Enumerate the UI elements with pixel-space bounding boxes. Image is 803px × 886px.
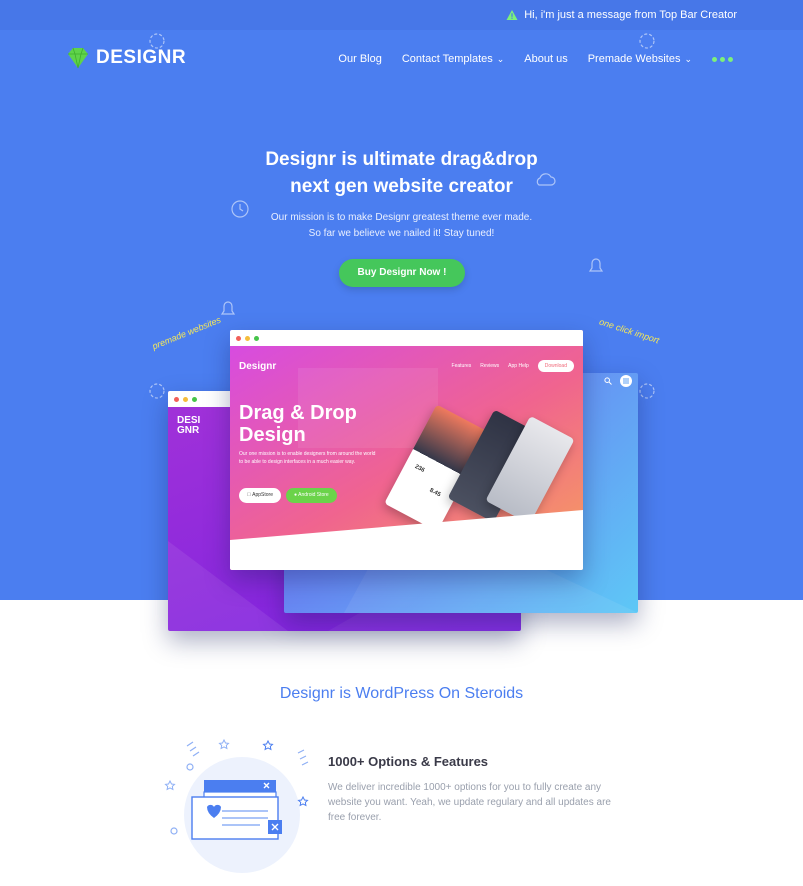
phone-value: 8.45 — [428, 487, 442, 499]
mockup-download-button: Download — [537, 360, 574, 372]
mockup-android-label: Android Store — [298, 492, 329, 498]
menu-icon — [620, 375, 632, 387]
chevron-down-icon: ⌄ — [684, 53, 692, 64]
hero-title-line2: next gen website creator — [290, 176, 513, 197]
buy-now-button[interactable]: Buy Designr Now ! — [339, 259, 465, 287]
mockup-android-button: ● Android Store — [286, 488, 337, 503]
feature-title: 1000+ Options & Features — [328, 754, 489, 769]
badge-icon — [639, 383, 655, 399]
phone-value: 236 — [413, 463, 426, 474]
badge-icon — [639, 33, 655, 49]
main-nav: Our Blog Contact Templates ⌄ About us Pre… — [338, 53, 733, 65]
handwritten-note-right: one click import — [597, 316, 661, 346]
mockup-logo: Designr — [239, 361, 277, 372]
section-title: Designr is WordPress On Steroids — [279, 685, 524, 702]
hero-title-line1: Designr is ultimate drag&drop — [265, 149, 538, 170]
options-illustration — [164, 738, 309, 873]
handwritten-note-left: premade websites — [150, 314, 223, 352]
warning-icon — [506, 10, 518, 20]
hero-subtitle-line1: Our mission is to make Designr greatest … — [270, 212, 533, 223]
mockup-headline-line: Drag & Drop — [239, 402, 357, 424]
mockup-logo: DESI GNR — [177, 416, 200, 436]
nav-item-label: Our Blog — [338, 53, 382, 65]
nav-item-premade-websites[interactable]: Premade Websites ⌄ — [588, 53, 692, 65]
more-menu-icon[interactable] — [712, 56, 733, 62]
decorative-shape — [230, 510, 583, 570]
badge-icon — [149, 383, 165, 399]
mockup-nav-item: Reviews — [480, 363, 500, 369]
site-logo[interactable]: DESIGNR — [66, 47, 186, 69]
window-titlebar — [230, 330, 583, 346]
nav-item-label: Contact Templates — [401, 53, 493, 65]
nav-item-label: Premade Websites — [587, 53, 681, 65]
content-section — [0, 600, 803, 886]
top-bar: Hi, i'm just a message from Top Bar Crea… — [0, 0, 803, 30]
hero-subtitle-line2: So far we believe we nailed it! Stay tun… — [308, 228, 495, 239]
mockup-logo-line: GNR — [177, 425, 200, 436]
mockup-headline: Drag & Drop Design — [239, 402, 357, 446]
mockup-appstore-button:  AppStore — [239, 488, 281, 503]
search-icon — [604, 377, 612, 385]
mockup-window-main: Designr Features Reviews App Help Downlo… — [230, 330, 583, 570]
mockup-nav-item: App Help — [508, 363, 529, 369]
mockup-page: Designr Features Reviews App Help Downlo… — [230, 346, 583, 570]
diamond-icon — [68, 47, 88, 69]
site-logo-text: DESIGNR — [96, 47, 187, 68]
mockup-description: Our one mission is to enable designers f… — [239, 451, 376, 465]
bell-icon — [588, 258, 604, 272]
mockup-nav-item: Features — [451, 363, 472, 369]
top-bar-message: Hi, i'm just a message from Top Bar Crea… — [506, 9, 737, 21]
mockup-appstore-label: AppStore — [247, 492, 273, 498]
chevron-down-icon: ⌄ — [496, 53, 505, 64]
top-bar-text: Hi, i'm just a message from Top Bar Crea… — [524, 9, 737, 21]
bell-icon — [220, 301, 236, 315]
nav-item-our-blog[interactable]: Our Blog — [338, 53, 381, 65]
nav-item-about-us[interactable]: About us — [524, 53, 567, 65]
mockup-headline-line: Design — [239, 424, 306, 446]
mockup-nav: Features Reviews App Help Download — [452, 360, 574, 372]
nav-item-contact-templates[interactable]: Contact Templates ⌄ — [402, 53, 504, 65]
feature-description: We deliver incredible 1000+ options for … — [328, 782, 611, 823]
nav-item-label: About us — [524, 53, 568, 65]
